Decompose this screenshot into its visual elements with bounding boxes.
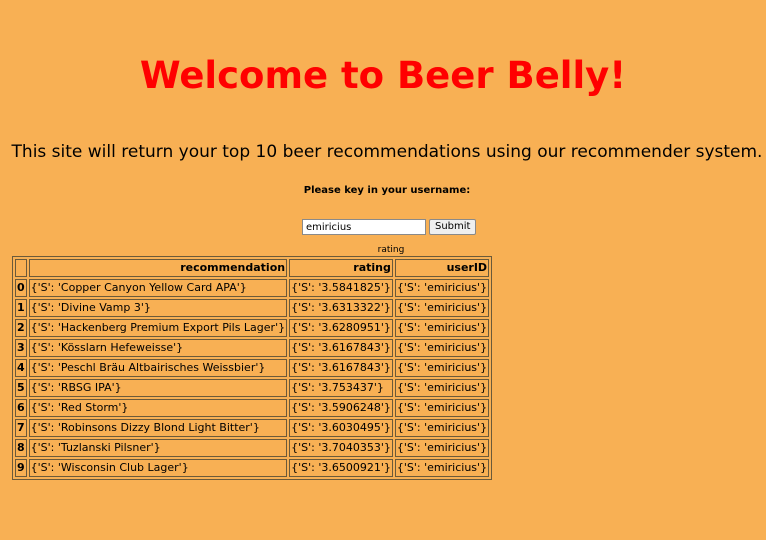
userid-cell: {'S': 'emiricius'}: [394, 359, 490, 377]
table-row: 3 {'S': 'Kösslarn Hefeweisse'} {'S': '3.61…: [15, 339, 490, 357]
recommendation-cell: {'S': 'Peschl Bräu Altbairisches Weissbi…: [28, 359, 288, 377]
table-row: 5 {'S': 'RBSG IPA'} {'S': '3.753437'} {'S':…: [15, 379, 490, 397]
userid-cell: {'S': 'emiricius'}: [394, 279, 490, 297]
rating-cell: {'S': '3.6167843'}: [289, 339, 393, 357]
recommendation-cell: {'S': 'Divine Vamp 3'}: [28, 299, 288, 317]
recommendation-cell: {'S': 'Robinsons Dizzy Blond Light Bitte…: [28, 419, 288, 437]
table-row: 7 {'S': 'Robinsons Dizzy Blond Light Bitt…: [15, 419, 490, 437]
table-row: 2 {'S': 'Hackenberg Premium Export Pils L…: [15, 319, 490, 337]
rating-cell: {'S': '3.753437'}: [289, 379, 393, 397]
table-caption: rating: [377, 245, 405, 255]
row-index: 8: [15, 439, 27, 457]
index-header: [15, 259, 27, 277]
recommendation-cell: {'S': 'Hackenberg Premium Export Pils La…: [28, 319, 288, 337]
userid-cell: {'S': 'emiricius'}: [394, 439, 490, 457]
recommendation-cell: {'S': 'Kösslarn Hefeweisse'}: [28, 339, 288, 357]
username-prompt: Please key in your username:: [303, 185, 471, 196]
userid-cell: {'S': 'emiricius'}: [394, 299, 490, 317]
userid-cell: {'S': 'emiricius'}: [394, 399, 490, 417]
row-index: 2: [15, 319, 27, 337]
recommendation-cell: {'S': 'Red Storm'}: [28, 399, 288, 417]
userid-cell: {'S': 'emiricius'}: [394, 459, 490, 477]
rating-cell: {'S': '3.6280951'}: [289, 319, 393, 337]
submit-button[interactable]: Submit: [429, 219, 477, 235]
row-index: 6: [15, 399, 27, 417]
row-index: 4: [15, 359, 27, 377]
username-form: Submit: [302, 219, 477, 235]
rating-cell: {'S': '3.6030495'}: [289, 419, 393, 437]
recommendations-table: recommendation rating userID 0 {'S': 'Cop…: [12, 256, 493, 480]
rating-cell: {'S': '3.6313322'}: [289, 299, 393, 317]
rating-cell: {'S': '3.6500921'}: [289, 459, 393, 477]
recommendation-cell: {'S': 'Tuzlanski Pilsner'}: [28, 439, 288, 457]
table-row: 1 {'S': 'Divine Vamp 3'} {'S': '3.6313322'…: [15, 299, 490, 317]
recommendation-cell: {'S': 'Wisconsin Club Lager'}: [28, 459, 288, 477]
rating-cell: {'S': '3.5906248'}: [289, 399, 393, 417]
userid-header: userID: [394, 259, 490, 277]
row-index: 9: [15, 459, 27, 477]
row-index: 1: [15, 299, 27, 317]
row-index: 5: [15, 379, 27, 397]
page-subtitle: This site will return your top 10 beer r…: [11, 142, 763, 162]
table-header-row: recommendation rating userID: [15, 259, 490, 277]
page-title: Welcome to Beer Belly!: [139, 54, 627, 97]
row-index: 0: [15, 279, 27, 297]
userid-cell: {'S': 'emiricius'}: [394, 339, 490, 357]
recommendation-cell: {'S': 'Copper Canyon Yellow Card APA'}: [28, 279, 288, 297]
userid-cell: {'S': 'emiricius'}: [394, 379, 490, 397]
row-index: 7: [15, 419, 27, 437]
userid-cell: {'S': 'emiricius'}: [394, 319, 490, 337]
recommendation-cell: {'S': 'RBSG IPA'}: [28, 379, 288, 397]
table-row: 9 {'S': 'Wisconsin Club Lager'} {'S': '3.6…: [15, 459, 490, 477]
username-input[interactable]: [302, 219, 426, 235]
row-index: 3: [15, 339, 27, 357]
recommendation-header: recommendation: [28, 259, 288, 277]
rating-cell: {'S': '3.6167843'}: [289, 359, 393, 377]
table-row: 4 {'S': 'Peschl Bräu Altbairisches Weissb…: [15, 359, 490, 377]
userid-cell: {'S': 'emiricius'}: [394, 419, 490, 437]
table-row: 0 {'S': 'Copper Canyon Yellow Card APA'}{…: [15, 279, 490, 297]
table-row: 8 {'S': 'Tuzlanski Pilsner'} {'S': '3.7040…: [15, 439, 490, 457]
rating-cell: {'S': '3.5841825'}: [289, 279, 393, 297]
rating-cell: {'S': '3.7040353'}: [289, 439, 393, 457]
rating-header: rating: [289, 259, 393, 277]
table-body: 0 {'S': 'Copper Canyon Yellow Card APA'}{…: [15, 279, 490, 477]
table-row: 6 {'S': 'Red Storm'} {'S': '3.5906248'} {'S…: [15, 399, 490, 417]
